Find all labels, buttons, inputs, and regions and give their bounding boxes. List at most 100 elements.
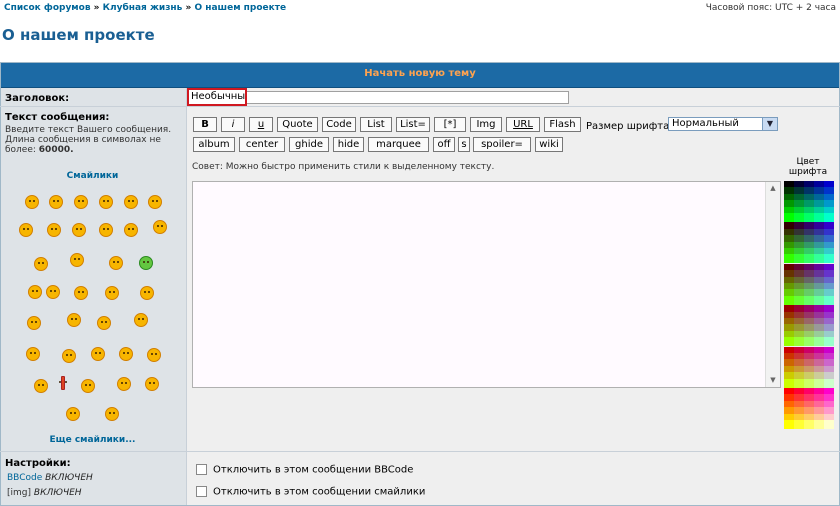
smiley-icon[interactable] xyxy=(72,223,86,237)
smiley-icon[interactable] xyxy=(134,313,148,327)
smiley-icon[interactable] xyxy=(28,285,42,299)
wiki-button[interactable]: wiki xyxy=(535,137,563,152)
color-swatch[interactable] xyxy=(784,420,794,429)
smiley-icon[interactable] xyxy=(148,195,162,209)
color-swatch[interactable] xyxy=(814,295,824,305)
color-swatch[interactable] xyxy=(794,337,804,347)
smiley-icon[interactable] xyxy=(97,316,111,330)
smiley-icon[interactable] xyxy=(66,407,80,421)
scroll-down-icon[interactable]: ▼ xyxy=(766,374,780,387)
color-swatch[interactable] xyxy=(824,420,834,429)
code-button[interactable]: Code xyxy=(322,117,356,132)
smiley-icon[interactable] xyxy=(147,348,161,362)
smiley-icon[interactable] xyxy=(124,195,138,209)
smiley-icon[interactable] xyxy=(91,347,105,361)
smiley-icon[interactable] xyxy=(19,223,33,237)
page-title[interactable]: О нашем проекте xyxy=(2,26,155,44)
scroll-up-icon[interactable]: ▲ xyxy=(766,182,780,195)
smiley-icon[interactable] xyxy=(67,313,81,327)
color-swatch[interactable] xyxy=(804,213,814,222)
quote-button[interactable]: Quote xyxy=(277,117,318,132)
bold-button[interactable]: B xyxy=(193,117,217,132)
color-swatch[interactable] xyxy=(794,213,804,222)
strike-button[interactable]: s xyxy=(458,137,470,152)
url-button[interactable]: URL xyxy=(506,117,540,132)
color-swatch[interactable] xyxy=(804,378,814,388)
list-item-button[interactable]: [*] xyxy=(434,117,466,132)
option-disable-bbcode[interactable]: Отключить в этом сообщении BBCode xyxy=(196,464,413,476)
smiley-icon[interactable] xyxy=(124,223,138,237)
breadcrumb-forums[interactable]: Список форумов xyxy=(4,3,91,13)
flash-button[interactable]: Flash xyxy=(544,117,581,132)
color-swatch[interactable] xyxy=(794,254,804,264)
color-swatch[interactable] xyxy=(794,295,804,305)
color-swatch[interactable] xyxy=(784,378,794,388)
color-swatch[interactable] xyxy=(814,420,824,429)
smiley-icon[interactable] xyxy=(99,195,113,209)
marquee-button[interactable]: marquee xyxy=(368,137,429,152)
color-swatch[interactable] xyxy=(824,213,834,222)
smiley-icon[interactable] xyxy=(34,257,48,271)
hide-button[interactable]: hide xyxy=(333,137,364,152)
flag-icon[interactable] xyxy=(59,376,67,390)
italic-button[interactable]: i xyxy=(221,117,245,132)
smiley-icon[interactable] xyxy=(62,349,76,363)
smiley-icon[interactable] xyxy=(74,286,88,300)
smiley-icon[interactable] xyxy=(26,347,40,361)
color-swatch[interactable] xyxy=(784,337,794,347)
smiley-icon[interactable] xyxy=(74,195,88,209)
color-swatch[interactable] xyxy=(814,337,824,347)
spoiler-button[interactable]: spoiler= xyxy=(473,137,531,152)
center-button[interactable]: center xyxy=(239,137,285,152)
bbcode-link[interactable]: BBCode xyxy=(7,473,42,483)
list-equals-button[interactable]: List= xyxy=(396,117,430,132)
smiley-icon[interactable] xyxy=(105,286,119,300)
color-swatch[interactable] xyxy=(814,254,824,264)
off-button[interactable]: off xyxy=(433,137,455,152)
subject-value[interactable]: Необычны xyxy=(187,88,247,106)
smiley-icon[interactable] xyxy=(105,407,119,421)
color-swatch[interactable] xyxy=(794,378,804,388)
color-swatch[interactable] xyxy=(784,213,794,222)
color-swatch[interactable] xyxy=(784,295,794,305)
breadcrumb-club[interactable]: Клубная жизнь xyxy=(103,3,183,13)
list-button[interactable]: List xyxy=(360,117,392,132)
color-swatch[interactable] xyxy=(804,295,814,305)
smiley-icon[interactable] xyxy=(34,379,48,393)
color-swatch[interactable] xyxy=(814,378,824,388)
breadcrumb-project[interactable]: О нашем проекте xyxy=(194,3,286,13)
color-swatch[interactable] xyxy=(824,378,834,388)
smiley-icon[interactable] xyxy=(145,377,159,391)
smiley-icon[interactable] xyxy=(99,223,113,237)
font-size-select[interactable]: Нормальный ▼ xyxy=(668,117,778,131)
smiley-icon[interactable] xyxy=(139,256,153,270)
smiley-icon[interactable] xyxy=(70,253,84,267)
option-disable-smilies[interactable]: Отключить в этом сообщении смайлики xyxy=(196,486,425,498)
smiley-icon[interactable] xyxy=(153,220,167,234)
color-swatch[interactable] xyxy=(824,254,834,264)
color-swatch[interactable] xyxy=(784,254,794,264)
color-swatch[interactable] xyxy=(824,337,834,347)
smiley-icon[interactable] xyxy=(140,286,154,300)
smiley-icon[interactable] xyxy=(109,256,123,270)
color-swatch[interactable] xyxy=(814,213,824,222)
underline-button[interactable]: u xyxy=(249,117,273,132)
more-smilies-link[interactable]: Еще смайлики... xyxy=(0,435,185,445)
smiley-icon[interactable] xyxy=(81,379,95,393)
smiley-icon[interactable] xyxy=(25,195,39,209)
textarea-scrollbar[interactable]: ▲ ▼ xyxy=(765,182,780,387)
smiley-icon[interactable] xyxy=(46,285,60,299)
color-swatch[interactable] xyxy=(824,295,834,305)
checkbox[interactable] xyxy=(196,464,207,475)
smiley-icon[interactable] xyxy=(117,377,131,391)
color-swatch[interactable] xyxy=(794,420,804,429)
smiley-icon[interactable] xyxy=(119,347,133,361)
album-button[interactable]: album xyxy=(193,137,235,152)
color-swatch[interactable] xyxy=(804,420,814,429)
color-swatch[interactable] xyxy=(804,254,814,264)
message-textarea[interactable]: ▲ ▼ xyxy=(192,181,781,388)
img-button[interactable]: Img xyxy=(470,117,502,132)
checkbox[interactable] xyxy=(196,486,207,497)
color-swatch[interactable] xyxy=(804,337,814,347)
smiley-icon[interactable] xyxy=(27,316,41,330)
